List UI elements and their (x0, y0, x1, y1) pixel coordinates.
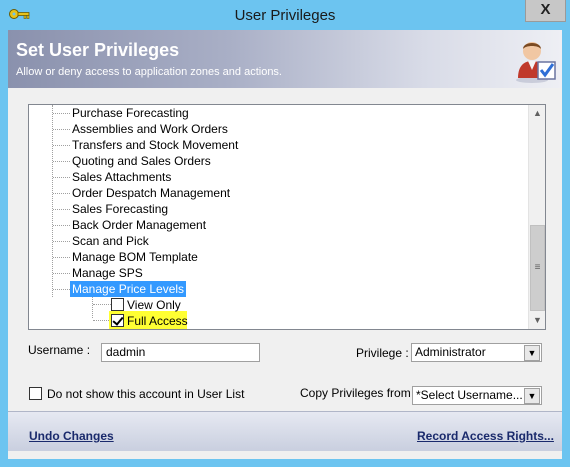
chevron-down-icon[interactable]: ▼ (524, 388, 540, 404)
close-button[interactable]: X (525, 0, 566, 22)
username-field[interactable]: dadmin (101, 343, 260, 362)
tree-connector (53, 241, 70, 242)
tree-connector (53, 113, 70, 114)
banner-subtitle: Allow or deny access to application zone… (16, 66, 282, 78)
tree-item-manage-price-levels[interactable]: Manage Price Levels (70, 281, 187, 297)
privilege-label: Privilege : (356, 346, 409, 360)
tree-connector (53, 129, 70, 130)
tree-item-manage-bom-template[interactable]: Manage BOM Template (70, 249, 200, 265)
privilege-value: Administrator (415, 345, 486, 359)
tree-guide-line (52, 105, 53, 297)
full-access-checkbox[interactable] (111, 314, 124, 327)
undo-changes-link[interactable]: Undo Changes (29, 429, 114, 443)
username-label: Username : (28, 343, 91, 357)
user-checkmark-icon (516, 42, 556, 83)
tree-item-sales-attachments[interactable]: Sales Attachments (70, 169, 173, 185)
tree-item-full-access[interactable]: Full Access (125, 313, 190, 329)
view-only-checkbox[interactable] (111, 298, 124, 311)
footer-bar: Undo Changes Record Access Rights... (8, 411, 562, 451)
chevron-down-icon[interactable]: ▼ (524, 345, 540, 361)
tree-connector (53, 177, 70, 178)
tree-connector (53, 145, 70, 146)
tree-item-sales-forecasting[interactable]: Sales Forecasting (70, 201, 170, 217)
copy-privileges-dropdown[interactable]: *Select Username... ▼ (412, 386, 542, 405)
record-access-rights-link[interactable]: Record Access Rights... (417, 429, 554, 443)
hide-account-label[interactable]: Do not show this account in User List (47, 387, 244, 401)
tree-scrollbar[interactable]: ▲ ≡ ▼ (528, 105, 545, 329)
tree-connector (53, 257, 70, 258)
tree-item-back-order-management[interactable]: Back Order Management (70, 217, 208, 233)
tree-connector (53, 289, 70, 290)
tree-item-view-only[interactable]: View Only (125, 297, 183, 313)
dialog-client-area: Set User Privileges Allow or deny access… (8, 30, 562, 459)
banner-title: Set User Privileges (16, 40, 180, 60)
tree-item-assemblies-work-orders[interactable]: Assemblies and Work Orders (70, 121, 230, 137)
tree-item-purchase-forecasting[interactable]: Purchase Forecasting (70, 105, 191, 121)
tree-connector (53, 161, 70, 162)
tree-connector (53, 193, 70, 194)
tree-connector (53, 225, 70, 226)
header-banner: Set User Privileges Allow or deny access… (8, 30, 562, 88)
privileges-tree[interactable]: Purchase Forecasting Assemblies and Work… (28, 104, 546, 330)
tree-item-scan-and-pick[interactable]: Scan and Pick (70, 233, 151, 249)
tree-item-manage-sps[interactable]: Manage SPS (70, 265, 145, 281)
user-privileges-window: User Privileges X Set User Privileges Al… (0, 0, 570, 467)
scroll-down-arrow-icon[interactable]: ▼ (529, 312, 545, 329)
window-title: User Privileges (234, 7, 336, 24)
tree-connector (53, 209, 70, 210)
hide-account-checkbox[interactable] (29, 387, 42, 400)
privilege-dropdown[interactable]: Administrator ▼ (411, 343, 542, 362)
copy-privileges-label: Copy Privileges from : (300, 386, 418, 400)
tree-item-transfers-stock-movement[interactable]: Transfers and Stock Movement (70, 137, 240, 153)
copy-privileges-value: *Select Username... (416, 388, 523, 402)
tree-item-quoting-sales-orders[interactable]: Quoting and Sales Orders (70, 153, 213, 169)
scroll-up-arrow-icon[interactable]: ▲ (529, 105, 545, 122)
title-bar[interactable]: User Privileges X (0, 0, 570, 30)
tree-connector (53, 273, 70, 274)
tree-item-order-despatch-management[interactable]: Order Despatch Management (70, 185, 232, 201)
scroll-thumb[interactable]: ≡ (530, 225, 545, 311)
tree-connector (93, 304, 111, 305)
tree-guide-line (92, 297, 93, 318)
